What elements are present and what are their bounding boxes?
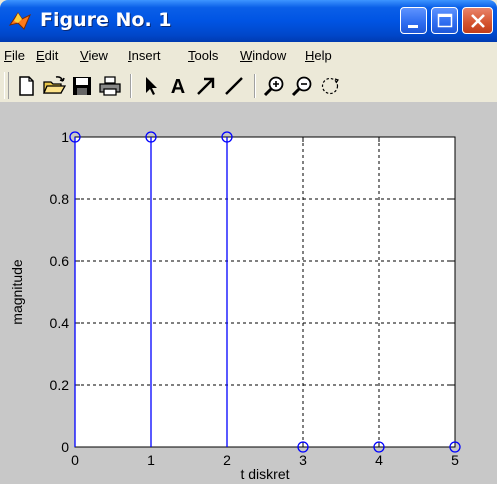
- x-tick-label: 1: [147, 452, 155, 468]
- figure-window: Figure No. 1 File Edit View Insert Tools…: [0, 0, 497, 484]
- y-tick-label: 0: [61, 439, 69, 455]
- toolbar-separator: [130, 74, 132, 98]
- menu-insert[interactable]: Insert: [128, 48, 161, 63]
- toolbar-separator: [254, 74, 256, 98]
- x-tick-label: 0: [71, 452, 79, 468]
- rotate-3d-icon[interactable]: [318, 74, 342, 98]
- select-arrow-icon[interactable]: [138, 74, 162, 98]
- figure-canvas: 0 1 2 3 4 5 0 0.2 0.4 0.6 0.8 1 t diskret magnitude: [0, 102, 497, 484]
- y-tick-label: 1: [61, 129, 69, 145]
- svg-text:A: A: [171, 76, 185, 98]
- menu-bar: File Edit View Insert Tools Window Help: [0, 42, 497, 69]
- insert-line-icon[interactable]: [222, 74, 246, 98]
- axes-background: [75, 137, 455, 447]
- maximize-button[interactable]: [431, 7, 458, 34]
- menu-help[interactable]: Help: [305, 48, 332, 63]
- y-tick-label: 0.4: [50, 315, 70, 331]
- open-folder-icon[interactable]: [42, 74, 66, 98]
- y-tick-label: 0.2: [50, 377, 70, 393]
- stem-plot: 0 1 2 3 4 5 0 0.2 0.4 0.6 0.8 1 t diskret magnitude: [9, 129, 461, 482]
- y-tick-label: 0.8: [50, 191, 70, 207]
- y-tick-label: 0.6: [50, 253, 70, 269]
- new-file-icon[interactable]: [14, 74, 38, 98]
- y-axis-label: magnitude: [9, 259, 25, 325]
- print-icon[interactable]: [98, 74, 122, 98]
- title-bar[interactable]: Figure No. 1: [0, 0, 497, 42]
- zoom-in-icon[interactable]: [262, 74, 286, 98]
- toolbar: A: [0, 69, 497, 102]
- toolbar-grip[interactable]: [4, 72, 9, 99]
- zoom-out-icon[interactable]: [290, 74, 314, 98]
- menu-file[interactable]: File: [4, 48, 25, 63]
- x-tick-label: 3: [299, 452, 307, 468]
- x-tick-label: 2: [223, 452, 231, 468]
- x-tick-label: 4: [375, 452, 383, 468]
- insert-arrow-icon[interactable]: [194, 74, 218, 98]
- save-icon[interactable]: [70, 74, 94, 98]
- close-button[interactable]: [462, 7, 493, 34]
- minimize-button[interactable]: [400, 7, 427, 34]
- x-axis-label: t diskret: [240, 466, 289, 482]
- matlab-logo-icon: [8, 9, 32, 33]
- menu-edit[interactable]: Edit: [36, 48, 58, 63]
- window-title: Figure No. 1: [40, 9, 172, 31]
- menu-tools[interactable]: Tools: [188, 48, 218, 63]
- insert-text-icon[interactable]: A: [166, 74, 190, 98]
- x-tick-label: 5: [451, 452, 459, 468]
- menu-window[interactable]: Window: [240, 48, 286, 63]
- menu-view[interactable]: View: [80, 48, 108, 63]
